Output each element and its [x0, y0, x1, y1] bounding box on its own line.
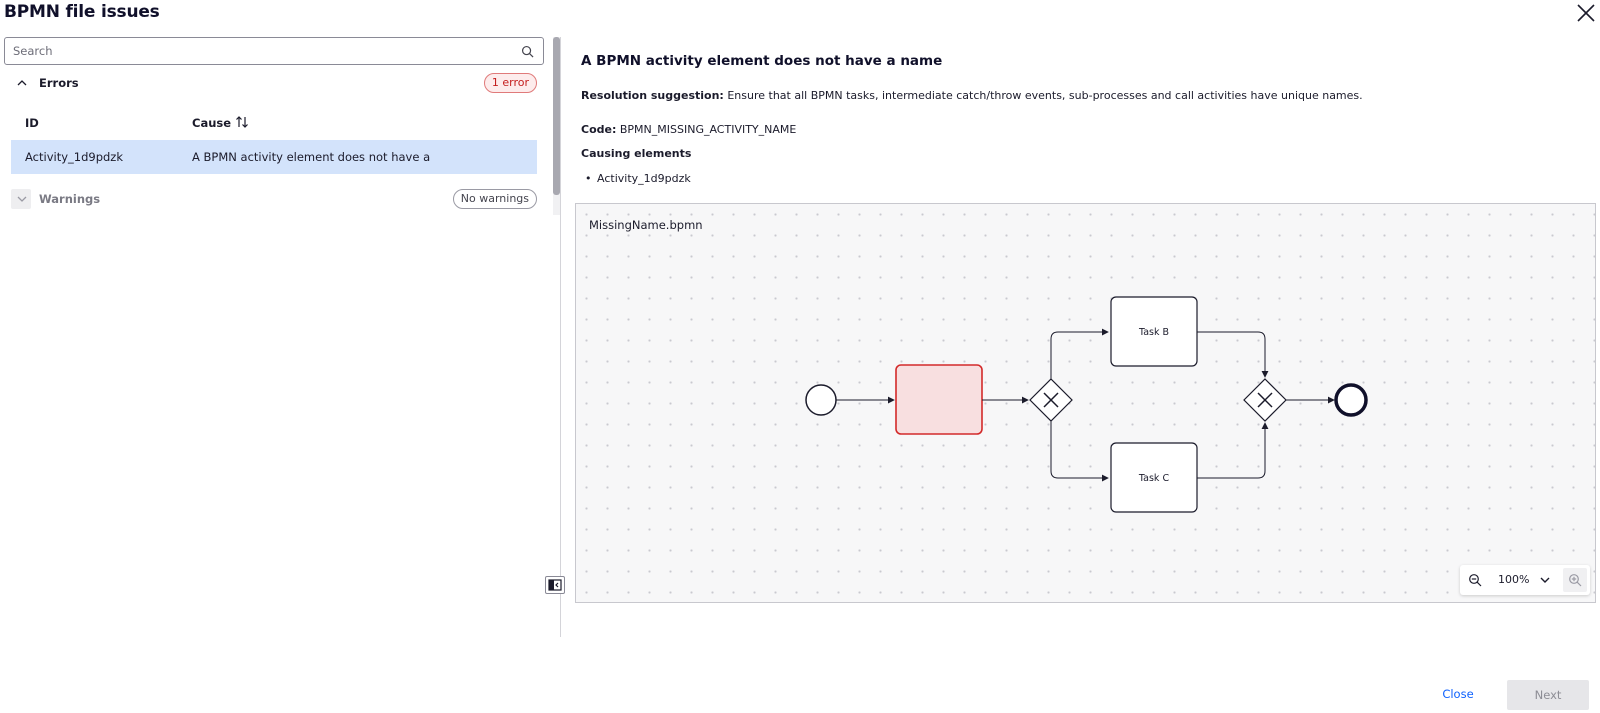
error-count-badge: 1 error: [483, 73, 537, 93]
sort-arrows-icon[interactable]: [235, 115, 249, 129]
warning-count-badge: No warnings: [452, 189, 537, 209]
chevron-down-icon[interactable]: [15, 192, 29, 206]
task-b-label: Task B: [1138, 327, 1169, 338]
scrollbar-thumb[interactable]: [553, 37, 560, 195]
collapse-panel-button[interactable]: [545, 576, 565, 594]
unnamed-activity[interactable]: [895, 364, 983, 435]
sequence-flow: [1197, 422, 1269, 479]
zoom-out-icon[interactable]: [1468, 573, 1482, 587]
zoom-in-icon: [1569, 574, 1582, 587]
code-label: Code:: [581, 123, 617, 136]
end-event[interactable]: [1334, 383, 1368, 417]
chevron-up-icon[interactable]: [15, 76, 29, 90]
column-header-cause[interactable]: Cause: [192, 116, 231, 130]
close-button[interactable]: Close: [1430, 680, 1486, 708]
row-cause: A BPMN activity element does not have a: [192, 150, 431, 164]
zoom-control: 100%: [1460, 565, 1590, 595]
causing-elements-heading: Causing elements: [581, 147, 692, 160]
task-c-label: Task C: [1138, 473, 1170, 484]
errors-section-header[interactable]: Errors 1 error: [11, 70, 537, 96]
pane-divider: [560, 37, 561, 637]
bpmn-diagram: Task B Task C: [805, 296, 1368, 513]
issue-code: Code: BPMN_MISSING_ACTIVITY_NAME: [581, 123, 796, 136]
resolution-label: Resolution suggestion:: [581, 89, 724, 102]
chevron-down-icon[interactable]: [1539, 574, 1551, 586]
sequence-flow: [1050, 328, 1109, 379]
close-icon[interactable]: [1576, 3, 1596, 23]
causing-element-item: Activity_1d9pdzk: [585, 172, 691, 185]
resolution-text: Ensure that all BPMN tasks, intermediate…: [727, 89, 1363, 102]
code-value: BPMN_MISSING_ACTIVITY_NAME: [619, 123, 797, 136]
row-id: Activity_1d9pdzk: [25, 150, 123, 164]
issue-title: A BPMN activity element does not have a …: [581, 53, 943, 69]
next-button[interactable]: Next: [1507, 680, 1589, 710]
resolution-suggestion: Resolution suggestion: Ensure that all B…: [581, 89, 1363, 102]
sequence-flow: [1050, 421, 1109, 482]
search-icon: [521, 45, 534, 58]
warnings-section-header[interactable]: Warnings No warnings: [11, 186, 537, 212]
table-row[interactable]: Activity_1d9pdzk A BPMN activity element…: [11, 140, 537, 174]
errors-section-label: Errors: [39, 76, 79, 90]
search-field[interactable]: [4, 37, 544, 65]
sequence-flow: [1197, 331, 1269, 378]
zoom-in-button[interactable]: [1563, 568, 1587, 592]
dialog-title: BPMN file issues: [4, 2, 160, 22]
start-event[interactable]: [805, 384, 837, 416]
errors-table-header: ID Cause: [11, 112, 537, 134]
zoom-level[interactable]: 100%: [1498, 573, 1529, 586]
warnings-section-label: Warnings: [39, 192, 101, 206]
search-input[interactable]: [5, 38, 495, 64]
panel-toggle-icon: [548, 579, 562, 591]
bpmn-issues-dialog: BPMN file issues Errors 1 error ID Cause…: [0, 0, 1600, 713]
column-header-id: ID: [25, 116, 39, 130]
